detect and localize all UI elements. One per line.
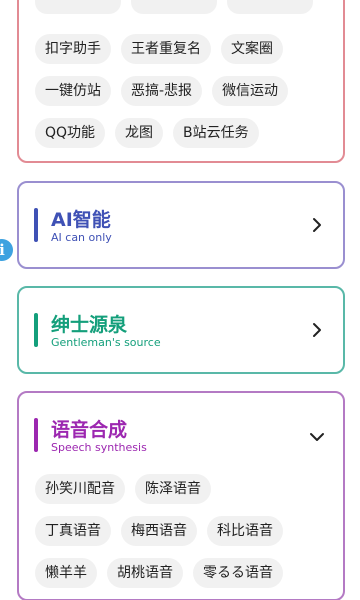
section-title: 语音合成 [51,419,128,441]
tools-card: 扣字助手 王者重复名 文案圈 一键仿站 恶搞-悲报 微信运动 QQ功能 龙图 B… [17,0,345,163]
chip-chen-ze-voice[interactable]: 陈泽语音 [135,474,211,504]
section-title: 绅士源泉 [51,314,128,336]
ai-section-card[interactable]: AI智能 AI can only [17,181,345,269]
tools-chip-cutoff-row [35,0,331,26]
gentleman-section-card[interactable]: 绅士源泉 Gentleman's source [17,286,345,374]
section-subtitle: Speech synthesis [51,441,147,454]
chip-sun-xiaochuan-voice[interactable]: 孙笑川配音 [35,474,125,504]
accent-bar [34,208,38,242]
accent-bar [34,313,38,347]
chip-lazy-goat[interactable]: 懒羊羊 [35,558,97,588]
chip-cutoff[interactable] [131,0,217,14]
chip-bilibili-cloud-task[interactable]: B站云任务 [173,118,259,148]
chevron-right-icon[interactable] [309,322,325,338]
chip-copywriting-circle[interactable]: 文案圈 [221,34,283,64]
chip-kobe-voice[interactable]: 科比语音 [207,516,283,546]
chip-qq-functions[interactable]: QQ功能 [35,118,106,148]
speech-section-card[interactable]: 语音合成 Speech synthesis 孙笑川配音 陈泽语音 丁真语音 梅西… [17,391,345,600]
section-subtitle: Gentleman's source [51,336,161,349]
info-icon[interactable]: i [0,239,13,261]
chip-messi-voice[interactable]: 梅西语音 [121,516,197,546]
chevron-right-icon[interactable] [309,217,325,233]
speech-chip-list: 孙笑川配音 陈泽语音 丁真语音 梅西语音 科比语音 懒羊羊 胡桃语音 零るる语音 [35,474,331,600]
tools-chip-list: 扣字助手 王者重复名 文案圈 一键仿站 恶搞-悲报 微信运动 QQ功能 龙图 B… [35,34,331,160]
chip-kouzi-helper[interactable]: 扣字助手 [35,34,111,64]
accent-bar [34,418,38,452]
chip-ding-zhen-voice[interactable]: 丁真语音 [35,516,111,546]
chip-cutoff[interactable] [227,0,313,14]
chip-hu-tao-voice[interactable]: 胡桃语音 [107,558,183,588]
chip-wangzhe-duplicate-name[interactable]: 王者重复名 [121,34,211,64]
chip-rei-ruru-voice[interactable]: 零るる语音 [193,558,283,588]
chip-wechat-steps[interactable]: 微信运动 [212,76,289,106]
chip-dragon-meme[interactable]: 龙图 [115,118,164,148]
chip-clone-site[interactable]: 一键仿站 [35,76,111,106]
chip-sad-news-prank[interactable]: 恶搞-悲报 [121,76,203,106]
section-subtitle: AI can only [51,231,112,244]
section-title: AI智能 [51,209,111,231]
chevron-down-icon[interactable] [309,429,325,445]
chip-cutoff[interactable] [35,0,121,14]
